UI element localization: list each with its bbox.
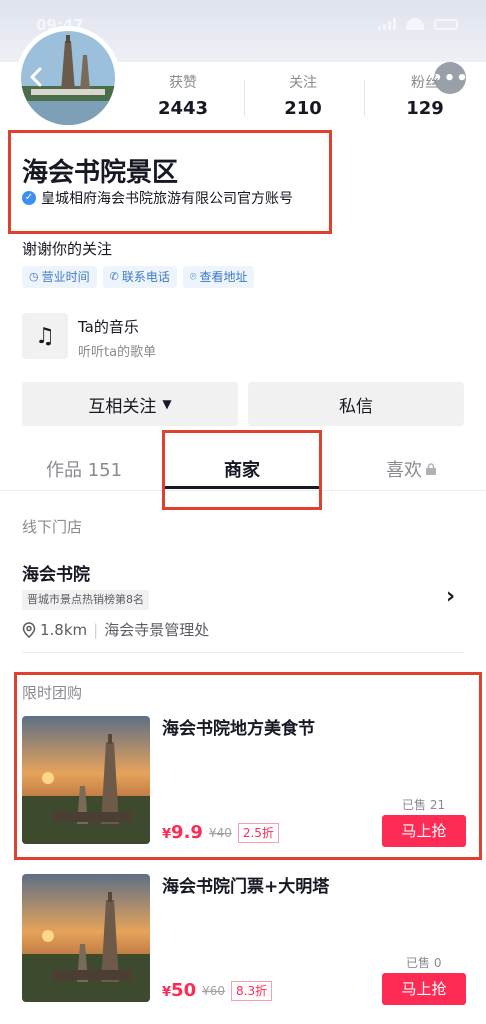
deal-price-row: ¥50 ¥60 8.3折 [162,980,273,1001]
chip-phone[interactable]: ✆ 联系电话 [102,266,177,288]
stat-value: 210 [284,98,322,119]
chip-label: 营业时间 [41,270,90,284]
deal-image[interactable] [22,874,150,1002]
back-button[interactable] [22,62,52,92]
tab-likes-label: 喜欢 [386,460,422,481]
chip-label: 联系电话 [121,270,170,284]
status-icons [378,18,458,30]
phone-icon: ✆ [109,270,119,283]
stat-value: 129 [406,98,444,119]
highlight-box-tab [162,430,322,510]
deal-title[interactable]: 海会书院门票+大明塔 [162,872,329,897]
chevron-left-icon [30,67,42,87]
location-icon: ⌾ [189,270,197,283]
tab-works[interactable]: 作品 151 [46,456,122,482]
deal-image[interactable] [22,716,150,844]
follow-label: 互相关注 [88,396,157,417]
deal-discount-badge: 8.3折 [231,980,273,1001]
profile-name: 海会书院景区 [22,158,179,188]
message-button[interactable]: 私信 [248,382,464,426]
verified-line: ✓ 皇城相府海会书院旅游有限公司官方账号 [22,188,293,208]
wifi-icon [406,18,424,30]
music-title[interactable]: Ta的音乐 [78,316,139,337]
info-chips: ◷ 营业时间 ✆ 联系电话 ⌾ 查看地址 [22,266,255,288]
message-label: 私信 [339,396,373,417]
store-name[interactable]: 海会书院 [22,560,90,585]
deal-title[interactable]: 海会书院地方美食节 [162,714,315,739]
section-divider [22,652,464,653]
clock-icon: ◷ [29,270,39,283]
deal-sold: 已售 0 [406,956,442,970]
store-manager: 海会寺景管理处 [104,621,210,639]
deal-original-price: ¥40 [208,825,232,840]
stat-label: 粉丝 [411,75,439,91]
store-rank-badge: 晋城市景点热销榜第8名 [22,590,149,610]
stat-label: 获赞 [169,75,197,91]
deal-sold: 已售 21 [402,798,446,812]
deals-section-title: 限时团购 [22,684,83,702]
stat-followers[interactable]: 粉丝 129 [370,72,480,119]
music-note-icon[interactable]: ♫ [22,313,68,359]
deal-price-row: ¥9.9 ¥40 2.5折 [162,822,279,843]
stat-value: 2443 [157,98,209,119]
stat-label: 关注 [289,75,317,91]
lock-icon [426,463,436,475]
store-distance: 1.8km [40,620,88,639]
deal-price: ¥50 [162,980,197,1001]
bio: 谢谢你的关注 [22,240,113,258]
music-subtitle: 听听ta的歌单 [78,345,157,360]
caret-down-icon: ▼ [162,397,172,411]
chip-label: 查看地址 [199,270,248,284]
verified-icon: ✓ [22,191,36,205]
stat-divider [364,80,365,116]
chevron-right-icon[interactable]: › [446,584,455,609]
stat-likes[interactable]: 获赞 2443 [128,72,238,119]
buy-now-button[interactable]: 马上抢 [382,973,466,1005]
signal-icon [378,18,396,30]
store-meta: 1.8km | 海会寺景管理处 [22,619,209,640]
meta-separator: | [93,620,99,639]
buy-now-button[interactable]: 马上抢 [382,815,466,847]
stat-divider [244,80,245,116]
stat-following[interactable]: 关注 210 [248,72,358,119]
tab-likes[interactable]: 喜欢 [386,456,436,482]
battery-icon [434,18,458,30]
deal-original-price: ¥60 [202,983,226,998]
deal-price: ¥9.9 [162,822,203,843]
follow-button[interactable]: 互相关注 ▼ [22,382,238,426]
location-pin-icon [22,621,36,638]
chip-address[interactable]: ⌾ 查看地址 [182,266,255,288]
deal-discount-badge: 2.5折 [237,822,279,843]
chip-hours[interactable]: ◷ 营业时间 [22,266,97,288]
store-section-title: 线下门店 [22,518,83,536]
verified-text: 皇城相府海会书院旅游有限公司官方账号 [41,191,293,207]
